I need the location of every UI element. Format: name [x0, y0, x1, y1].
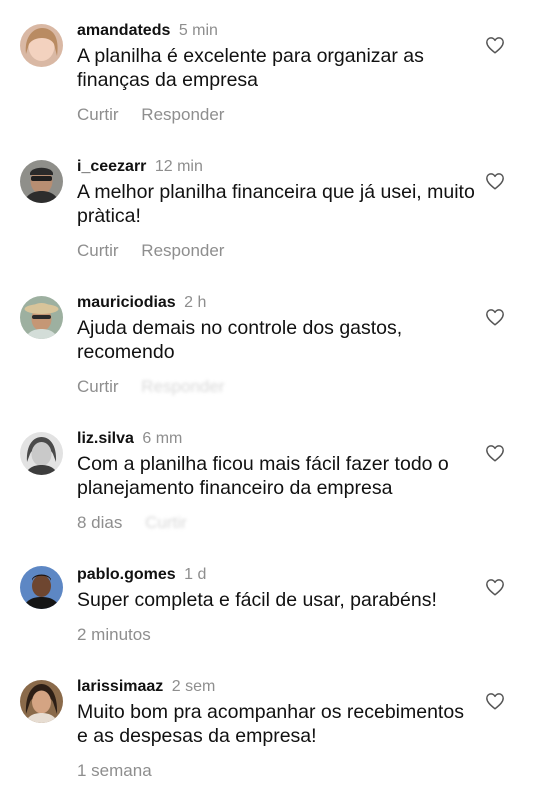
comment-header: larissimaaz 2 sem	[77, 676, 215, 698]
comment-age: 8 dias	[77, 513, 123, 532]
heart-outline-icon[interactable]	[485, 172, 505, 190]
timestamp: 5 min	[178, 22, 218, 39]
comment-age: 1 semana	[77, 761, 152, 780]
comment-actions: 2 minutos	[77, 624, 169, 646]
avatar[interactable]	[20, 296, 63, 339]
comment-actions: Curtir Responder	[77, 376, 242, 398]
like-button[interactable]: Curtir	[77, 377, 119, 396]
timestamp: 12 min	[154, 158, 203, 175]
comment-text: Ajuda demais no controle dos gastos, rec…	[77, 317, 403, 363]
reply-button[interactable]: Responder	[141, 241, 224, 260]
username[interactable]: mauriciodias	[77, 294, 176, 311]
comment-text: Muito bom pra acompanhar os recebimentos…	[77, 701, 464, 747]
username[interactable]: larissimaaz	[77, 678, 163, 695]
comment-text: Com a planilha ficou mais fácil fazer to…	[77, 453, 449, 499]
heart-outline-icon[interactable]	[485, 692, 505, 710]
avatar[interactable]	[20, 24, 63, 67]
avatar[interactable]	[20, 566, 63, 609]
comment-text: A melhor planilha financeira que já usei…	[77, 181, 475, 227]
timestamp: 2 sem	[171, 678, 216, 695]
heart-outline-icon[interactable]	[485, 578, 505, 596]
timestamp: 6 mm	[142, 430, 183, 447]
username[interactable]: pablo.gomes	[77, 566, 176, 583]
comment-text: A planilha é excelente para organizar as…	[77, 45, 424, 91]
like-button[interactable]: Curtir	[77, 241, 119, 260]
comment-text: Super completa e fácil de usar, parabéns…	[77, 589, 437, 611]
reply-button[interactable]: Responder	[141, 105, 224, 124]
reply-button[interactable]: Responder	[141, 377, 224, 396]
comment-header: i_ceezarr 12 min	[77, 156, 203, 178]
comment-header: amandateds 5 min	[77, 20, 218, 42]
heart-outline-icon[interactable]	[485, 444, 505, 462]
username[interactable]: amandateds	[77, 22, 170, 39]
comment-actions: 1 semana	[77, 760, 170, 782]
comment-header: liz.silva 6 mm	[77, 428, 182, 450]
comment-header: mauriciodias 2 h	[77, 292, 206, 314]
username[interactable]: i_ceezarr	[77, 158, 146, 175]
like-button[interactable]: Curtir	[145, 513, 187, 532]
avatar[interactable]	[20, 432, 63, 475]
timestamp: 1 d	[184, 566, 207, 583]
comment-actions: 8 dias Curtir	[77, 512, 205, 534]
timestamp: 2 h	[184, 294, 207, 311]
avatar[interactable]	[20, 160, 63, 203]
heart-outline-icon[interactable]	[485, 36, 505, 54]
like-button[interactable]: Curtir	[77, 105, 119, 124]
username[interactable]: liz.silva	[77, 430, 134, 447]
avatar[interactable]	[20, 680, 63, 723]
comment-header: pablo.gomes 1 d	[77, 564, 206, 586]
heart-outline-icon[interactable]	[485, 308, 505, 326]
comment-age: 2 minutos	[77, 625, 151, 644]
comment-actions: Curtir Responder	[77, 240, 242, 262]
comment-actions: Curtir Responder	[77, 104, 242, 126]
